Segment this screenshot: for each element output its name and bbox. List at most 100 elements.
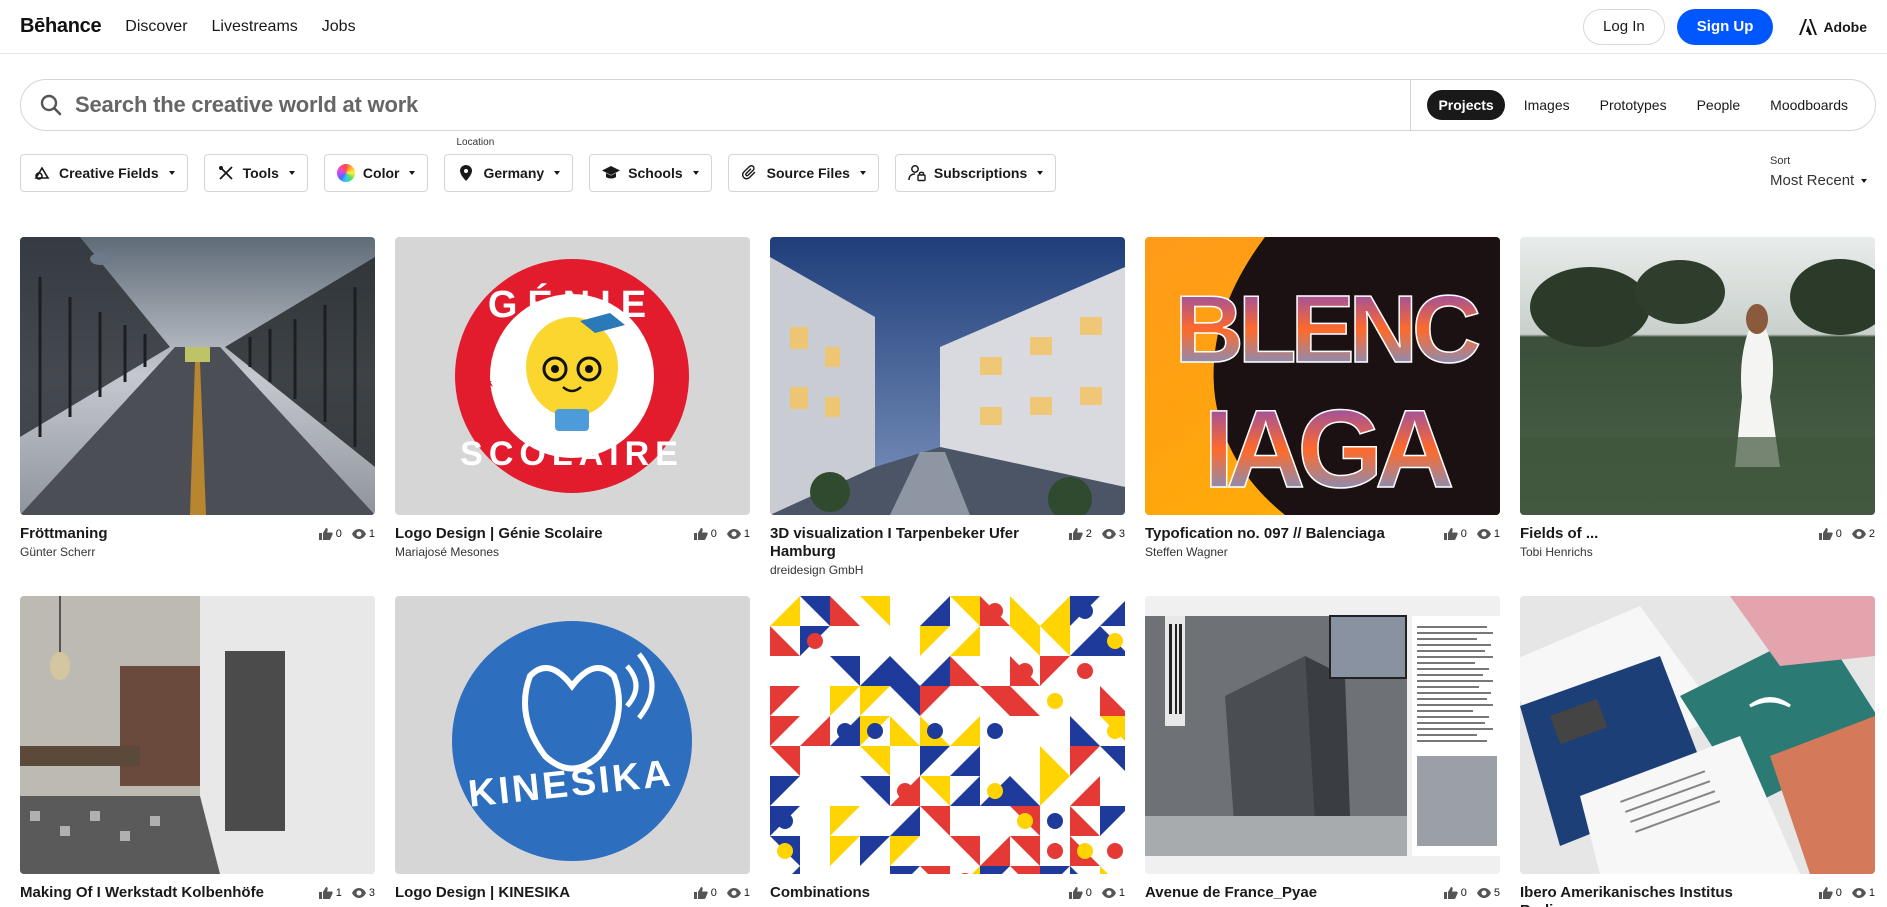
project-thumbnail[interactable]: GÉNIE SCOLAIRE: [395, 237, 750, 515]
project-title[interactable]: Combinations: [770, 884, 870, 902]
location-filter[interactable]: Germany: [444, 154, 574, 192]
chevron-down-icon: [1861, 178, 1868, 183]
eye-icon: [1476, 888, 1491, 898]
color-label: Color: [362, 165, 400, 181]
subscriptions-filter[interactable]: Subscriptions: [894, 154, 1057, 192]
creative-fields-label: Creative Fields: [59, 165, 159, 181]
project-card[interactable]: Fröttmaning Günter Scherr 0 1: [20, 237, 375, 559]
pattern-dot: [1107, 843, 1123, 859]
pattern-dot: [987, 723, 1003, 739]
project-title[interactable]: Making Of I Werkstadt Kolbenhöfe: [20, 884, 264, 902]
project-card[interactable]: KINESIKA Logo Design | KINESIKA 0 1: [395, 596, 750, 902]
views-count: 2: [1868, 528, 1875, 540]
likes-count: 0: [1835, 887, 1842, 899]
project-meta: 3D visualization I Tarpenbeker Ufer Hamb…: [770, 525, 1125, 577]
views-count: 3: [1118, 528, 1125, 540]
project-owner[interactable]: dreidesign GmbH: [770, 563, 1025, 577]
project-card[interactable]: Fields of ... Tobi Henrichs 0 2: [1520, 237, 1875, 559]
tab-moodboards[interactable]: Moodboards: [1759, 90, 1859, 120]
project-card[interactable]: 3D visualization I Tarpenbeker Ufer Hamb…: [770, 237, 1125, 577]
project-thumbnail[interactable]: [770, 596, 1125, 874]
likes-count: 2: [1085, 528, 1092, 540]
project-thumbnail[interactable]: [20, 237, 375, 515]
project-card[interactable]: Making Of I Werkstadt Kolbenhöfe 1 3: [20, 596, 375, 902]
project-stats: 1 3: [318, 884, 375, 902]
adobe-link[interactable]: Adobe: [1799, 18, 1867, 35]
project-thumbnail[interactable]: [1520, 237, 1875, 515]
behance-logo[interactable]: Bēhance: [20, 15, 102, 38]
project-thumbnail[interactable]: KINESIKA: [395, 596, 750, 874]
project-thumbnail[interactable]: BLENC IAGA: [1145, 237, 1500, 515]
schools-filter[interactable]: Schools: [589, 154, 712, 192]
project-thumbnail[interactable]: [1520, 596, 1875, 874]
pattern-dot: [1107, 723, 1123, 739]
pattern-dot: [867, 723, 883, 739]
eye-icon: [351, 888, 366, 898]
schools-label: Schools: [628, 165, 683, 181]
views-stat: 2: [1851, 528, 1875, 540]
pattern-dot: [777, 843, 793, 859]
pattern-dot: [1047, 693, 1063, 709]
likes-stat: 0: [1068, 887, 1092, 899]
nav-link-livestreams[interactable]: Livestreams: [212, 18, 298, 36]
tools-filter[interactable]: Tools: [203, 154, 308, 192]
tab-people[interactable]: People: [1686, 90, 1752, 120]
source-files-filter[interactable]: Source Files: [727, 154, 879, 192]
tab-projects[interactable]: Projects: [1427, 90, 1505, 120]
balenciaga-bottom-text: IAGA: [1204, 388, 1453, 511]
sort-dropdown[interactable]: Sort Most Recent: [1770, 155, 1868, 189]
nav-link-discover[interactable]: Discover: [125, 18, 187, 36]
project-title[interactable]: Fields of ...: [1520, 525, 1598, 543]
search-input[interactable]: Search the creative world at work: [75, 92, 1410, 118]
creative-fields-filter[interactable]: Creative Fields: [20, 154, 188, 192]
pattern-dot: [1017, 813, 1033, 829]
likes-stat: 0: [1443, 528, 1467, 540]
project-thumbnail[interactable]: [1145, 596, 1500, 874]
project-meta: Logo Design | Génie Scolaire Mariajosé M…: [395, 525, 750, 559]
search-icon: [40, 94, 62, 116]
project-title[interactable]: Ibero Amerikanisches Institus Berlin: [1520, 884, 1775, 907]
signup-button[interactable]: Sign Up: [1676, 8, 1774, 45]
views-stat: 1: [1101, 887, 1125, 899]
thumbs-up-icon: [1818, 528, 1833, 540]
project-meta: Ibero Amerikanisches Institus Berlin 0 1: [1520, 884, 1875, 907]
project-owner[interactable]: Günter Scherr: [20, 545, 108, 559]
project-card[interactable]: Ibero Amerikanisches Institus Berlin 0 1: [1520, 596, 1875, 907]
main-nav-links: Discover Livestreams Jobs: [125, 18, 355, 36]
nav-link-jobs[interactable]: Jobs: [322, 18, 356, 36]
views-stat: 5: [1476, 887, 1500, 899]
thumbs-up-icon: [1068, 528, 1083, 540]
thumbs-up-icon: [693, 528, 708, 540]
filter-bar: Creative Fields Tools Color Location Ger…: [20, 137, 1057, 192]
project-title[interactable]: 3D visualization I Tarpenbeker Ufer Hamb…: [770, 525, 1025, 561]
project-card[interactable]: Combinations 0 1: [770, 596, 1125, 902]
thumbs-up-icon: [318, 528, 333, 540]
views-count: 3: [368, 887, 375, 899]
tab-prototypes[interactable]: Prototypes: [1589, 90, 1678, 120]
color-filter[interactable]: Color: [323, 154, 429, 192]
project-card[interactable]: GÉNIE SCOLAIRE Logo Design | Génie Scola…: [395, 237, 750, 559]
project-owner[interactable]: Tobi Henrichs: [1520, 545, 1598, 559]
project-thumbnail[interactable]: [20, 596, 375, 874]
project-owner[interactable]: Mariajosé Mesones: [395, 545, 603, 559]
tab-images[interactable]: Images: [1513, 90, 1581, 120]
eye-icon: [1851, 888, 1866, 898]
adobe-icon: [1799, 18, 1818, 35]
project-title[interactable]: Logo Design | Génie Scolaire: [395, 525, 603, 543]
project-title[interactable]: Fröttmaning: [20, 525, 108, 543]
project-title[interactable]: Avenue de France_Pyae: [1145, 884, 1317, 902]
likes-stat: 0: [1818, 528, 1842, 540]
project-title[interactable]: Typofication no. 097 // Balenciaga: [1145, 525, 1385, 543]
views-stat: 1: [1476, 528, 1500, 540]
pattern-dot: [987, 783, 1003, 799]
project-thumbnail[interactable]: [770, 237, 1125, 515]
thumbs-up-icon: [693, 887, 708, 899]
project-card[interactable]: BLENC IAGA Typofication no. 097 // Balen…: [1145, 237, 1500, 559]
login-button[interactable]: Log In: [1583, 8, 1665, 45]
project-stats: 2 3: [1068, 525, 1125, 543]
chevron-down-icon: [288, 171, 295, 175]
project-owner[interactable]: Steffen Wagner: [1145, 545, 1385, 559]
project-card[interactable]: Avenue de France_Pyae 0 5: [1145, 596, 1500, 902]
likes-count: 0: [1460, 528, 1467, 540]
project-title[interactable]: Logo Design | KINESIKA: [395, 884, 570, 902]
